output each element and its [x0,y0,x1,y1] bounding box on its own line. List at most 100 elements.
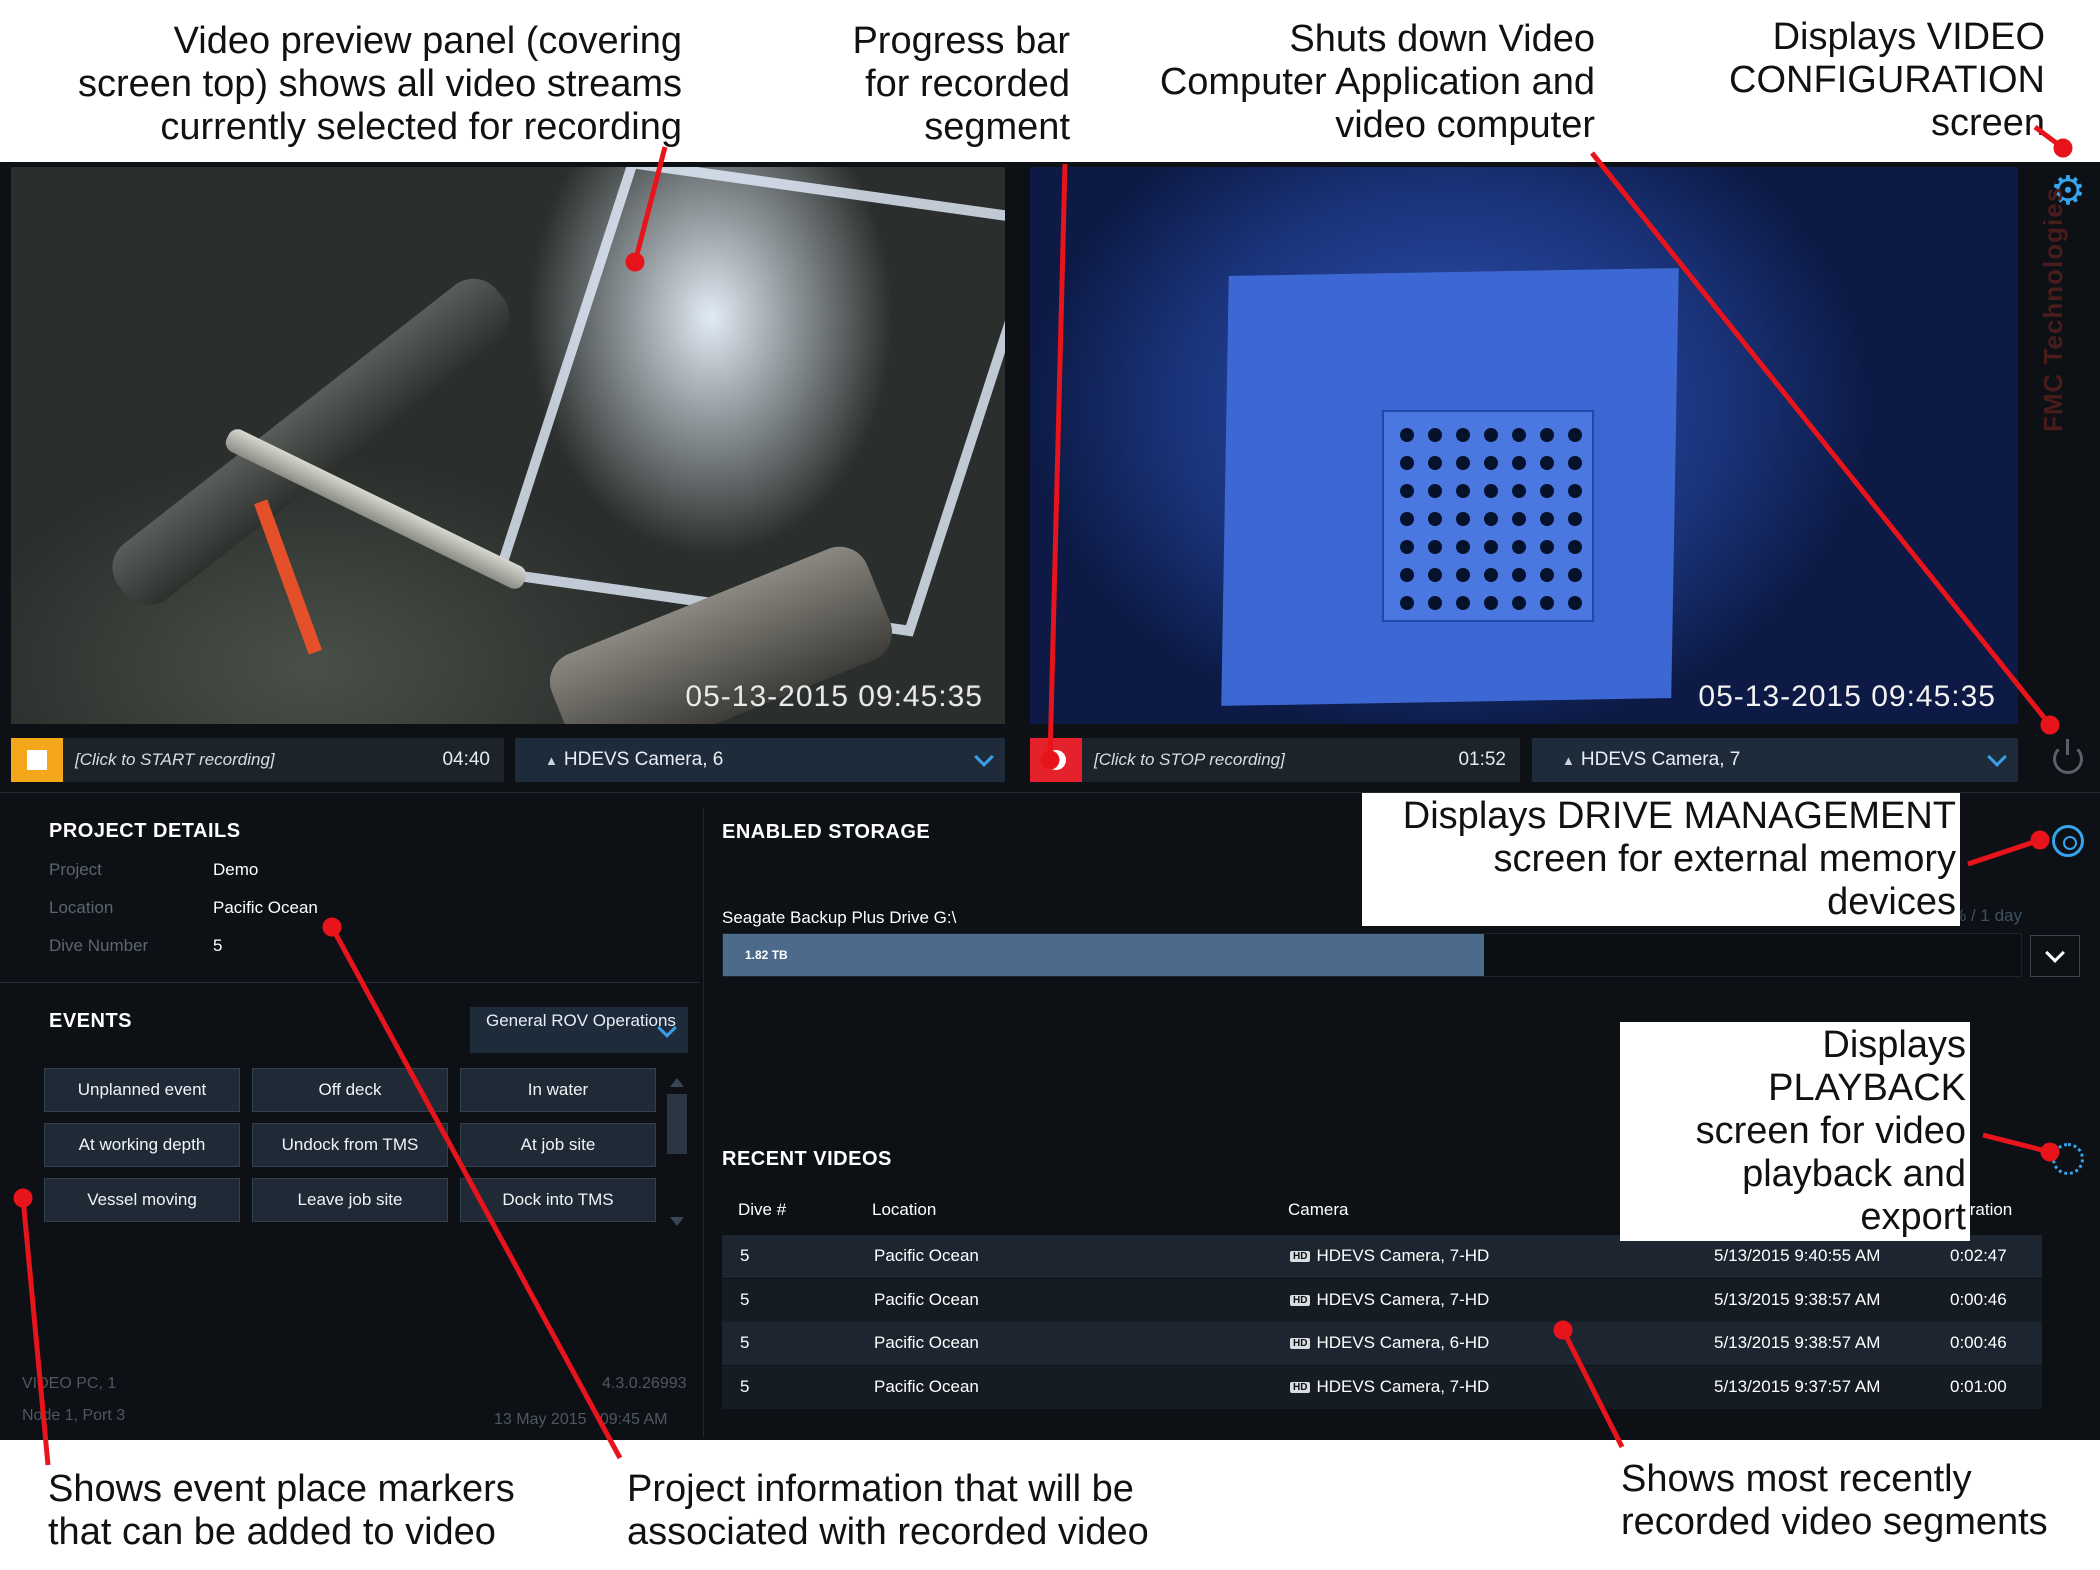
table-cell: Pacific Ocean [874,1289,979,1309]
event-button[interactable]: Unplanned event [44,1068,240,1112]
dive-number-value: 5 [213,936,223,955]
target-dot [1428,540,1442,554]
annotation-dot [2053,138,2073,158]
target-dot [1484,428,1498,442]
caption-video-preview: Video preview panel (covering screen top… [77,20,682,148]
target-dot [1540,540,1554,554]
event-category-select[interactable]: General ROV Operations [470,1007,688,1053]
scroll-up-icon[interactable] [670,1078,684,1087]
video-timestamp: 05-13-2015 09:45:35 [685,680,983,713]
drive-management-icon[interactable] [2052,825,2084,857]
column-header[interactable]: Dive # [738,1200,786,1220]
table-cell: 0:00:46 [1950,1289,2007,1309]
chevron-down-icon [1987,747,2007,767]
table-cell: 5/13/2015 9:40:55 AM [1714,1246,1881,1265]
record-status-text[interactable]: [Click to START recording] [63,738,443,782]
table-row[interactable]: 5 Pacific Ocean HD HDEVS Camera, 7-HD 5/13/2… [722,1278,2042,1322]
right-sidebar: ⚙ FMC Technologies [2030,162,2100,792]
elapsed-time: 04:40 [442,738,504,782]
dive-number-label: Dive Number [49,936,149,955]
storage-usage-bar: 1.82 TB [722,933,2022,977]
start-recording-button[interactable] [11,738,63,782]
target-dot [1400,484,1414,498]
table-cell: 0:01:00 [1950,1376,2007,1396]
elapsed-time: 01:52 [1458,738,1520,782]
column-header[interactable]: Location [872,1200,936,1220]
events-scrollbar[interactable] [664,1074,690,1226]
table-cell: 5 [740,1289,750,1309]
target-dot [1568,428,1582,442]
target-dot [1512,484,1526,498]
chevron-down-icon [974,747,994,767]
record-bar-camera-6: [Click to START recording] 04:40 [11,738,504,782]
stop-recording-button[interactable] [1030,738,1082,782]
chevron-down-icon [2045,943,2065,963]
record-bar-camera-7: [Click to STOP recording] 01:52 [1030,738,1520,782]
event-button[interactable]: Undock from TMS [252,1123,448,1167]
caption-recent-videos: Shows most recently recorded video segme… [1621,1458,2048,1543]
recent-videos-title: RECENT VIDEOS [722,1148,892,1170]
table-cell: HD HDEVS Camera, 6-HD [1290,1333,1489,1353]
camera-select-6[interactable]: ▲ HDEVS Camera, 6 [515,738,1005,782]
target-dot [1484,512,1498,526]
table-row[interactable]: 5 Pacific Ocean HD HDEVS Camera, 7-HD 5/13/2… [722,1365,2042,1409]
caption-drive-management: Displays DRIVE MANAGEMENT screen for ext… [1362,793,1960,926]
divider [703,807,704,1437]
target-dot [1540,568,1554,582]
target-dot [1400,596,1414,610]
target-dot [1568,484,1582,498]
caption-playback: Displays PLAYBACK screen for video playb… [1620,1022,1970,1241]
column-header[interactable]: Camera [1288,1200,1348,1220]
stop-square-icon [27,750,47,770]
record-status-text[interactable]: [Click to STOP recording] [1082,738,1459,782]
table-row[interactable]: 5 Pacific Ocean HD HDEVS Camera, 7-HD 5/13/2… [722,1235,2042,1278]
target-dot [1484,568,1498,582]
event-button[interactable]: Leave job site [252,1178,448,1222]
target-dot [1428,596,1442,610]
enabled-storage-title: ENABLED STORAGE [722,821,931,843]
caption-config: Displays VIDEO CONFIGURATION screen [1729,16,2045,144]
event-button[interactable]: At job site [460,1123,656,1167]
dot-grid-target [1382,410,1594,622]
caption-shutdown: Shuts down Video Computer Application an… [1159,18,1595,146]
caption-events: Shows event place markers that can be ad… [48,1468,515,1553]
scroll-down-icon[interactable] [670,1217,684,1226]
event-button[interactable]: At working depth [44,1123,240,1167]
target-dot [1512,540,1526,554]
power-icon[interactable] [2053,739,2083,774]
playback-icon[interactable] [2052,1143,2084,1175]
target-dot [1540,428,1554,442]
video-timestamp: 05-13-2015 09:45:35 [1698,680,1996,713]
divider [0,982,700,983]
hd-badge: HD [1290,1381,1311,1393]
target-dot [1428,456,1442,470]
event-button[interactable]: Dock into TMS [460,1178,656,1222]
target-dot [1540,456,1554,470]
video-preview-camera-6: 05-13-2015 09:45:35 [11,167,1005,724]
caption-project: Project information that will be associa… [627,1468,1149,1553]
event-button[interactable]: In water [460,1068,656,1112]
target-dot [1456,456,1470,470]
table-cell: 5 [740,1246,750,1265]
camera-select-7[interactable]: ▲ HDEVS Camera, 7 [1532,738,2018,782]
target-dot [1456,540,1470,554]
target-dot [1568,596,1582,610]
table-cell: Pacific Ocean [874,1376,979,1396]
scroll-thumb[interactable] [667,1094,687,1154]
target-dot [1400,428,1414,442]
target-dot [1456,428,1470,442]
event-button[interactable]: Vessel moving [44,1178,240,1222]
camera-warning-icon: ▲ [1562,752,1575,768]
subsea-frame [492,167,1005,637]
hd-badge: HD [1290,1338,1311,1349]
target-dot [1456,512,1470,526]
event-button[interactable]: Off deck [252,1068,448,1112]
target-dot [1512,428,1526,442]
target-dot [1568,540,1582,554]
table-row[interactable]: 5 Pacific Ocean HD HDEVS Camera, 6-HD 5/13/2… [722,1322,2042,1365]
target-dot [1428,568,1442,582]
target-dot [1512,596,1526,610]
camera-warning-icon: ▲ [545,752,558,768]
storage-expand-button[interactable] [2030,935,2080,977]
target-dot [1484,484,1498,498]
